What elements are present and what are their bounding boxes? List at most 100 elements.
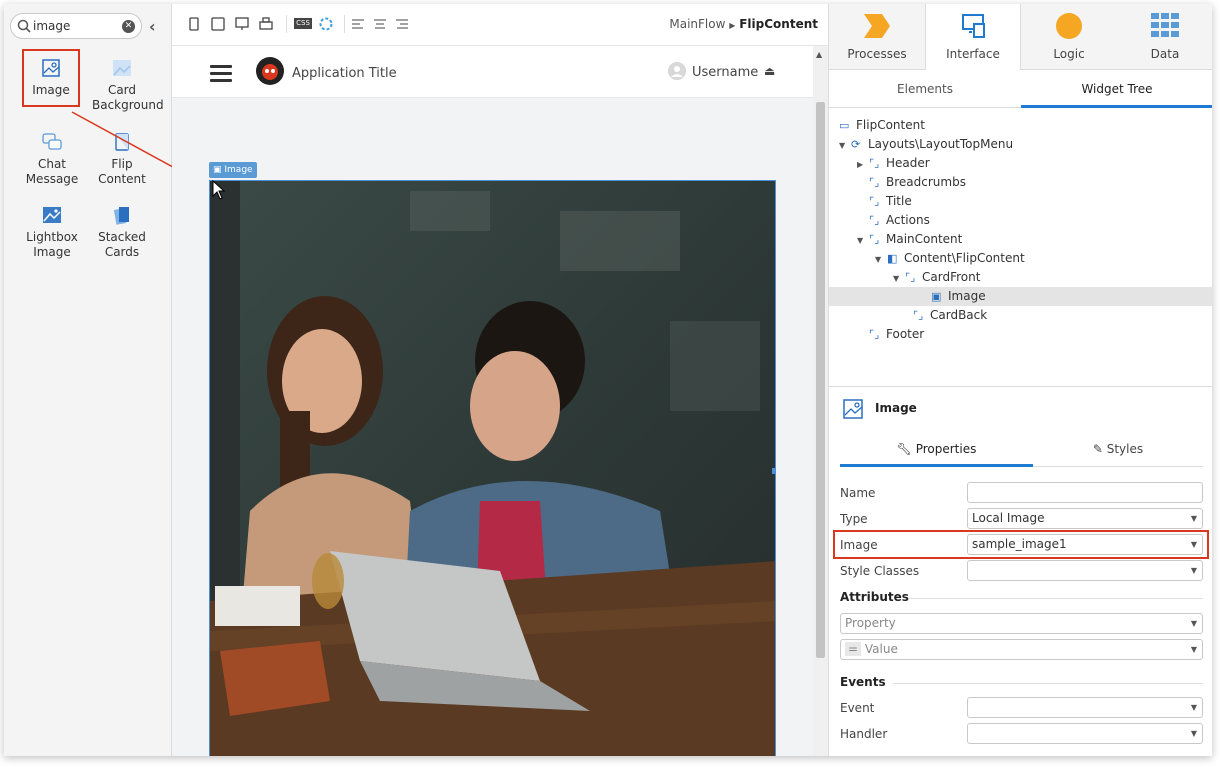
tree-node[interactable]: ▭ FlipContent xyxy=(829,116,1212,135)
handler-select[interactable]: ▼ xyxy=(967,723,1203,744)
caret-down-icon[interactable]: ▼ xyxy=(875,250,887,269)
type-select[interactable]: Local Image ▼ xyxy=(967,508,1203,529)
widget-toolbox: ✕ ‹ Image Card Background Chat Message F… xyxy=(4,4,210,756)
tree-node[interactable]: ▼ ◧ Content\FlipContent xyxy=(829,249,1212,268)
tab-properties[interactable]: 🔧︎ Properties xyxy=(840,431,1033,467)
resize-handle[interactable] xyxy=(772,468,775,474)
tab-widget-tree[interactable]: Widget Tree xyxy=(1021,70,1212,108)
caret-down-icon[interactable]: ▼ xyxy=(857,231,869,250)
photo-two-people-laptop xyxy=(210,181,775,756)
tree-node[interactable]: ⌜⌟ Actions xyxy=(829,211,1212,230)
placeholder-icon: ⌜⌟ xyxy=(869,233,880,246)
tab-processes[interactable]: Processes xyxy=(829,4,925,70)
search-input[interactable] xyxy=(33,17,113,35)
menu-icon[interactable] xyxy=(210,65,232,82)
event-select[interactable]: ▼ xyxy=(967,697,1203,718)
tree-node[interactable]: ⌜⌟ CardBack xyxy=(829,306,1212,325)
tree-node[interactable]: ⌜⌟ Footer xyxy=(829,325,1212,344)
block-icon: ⟳ xyxy=(851,138,861,151)
selected-widget-tag-label: Image xyxy=(224,165,253,175)
breadcrumb-flow[interactable]: MainFlow xyxy=(669,17,725,31)
tab-elements[interactable]: Elements xyxy=(829,70,1021,108)
widget-stacked-cards[interactable]: Stacked Cards xyxy=(92,204,152,260)
tree-node-label: Content\FlipContent xyxy=(904,251,1025,265)
placeholder-icon: ⌜⌟ xyxy=(869,195,880,208)
canvas-scrollbar[interactable]: ▲ xyxy=(813,46,828,756)
css-icon[interactable]: CSS xyxy=(294,18,312,29)
caret-down-icon[interactable]: ▼ xyxy=(839,136,851,155)
divider xyxy=(909,598,1203,599)
tree-node[interactable]: ⌜⌟ Title xyxy=(829,192,1212,211)
screen-icon: ▭ xyxy=(839,119,850,132)
scrollbar-thumb[interactable] xyxy=(816,102,825,658)
attribute-property-field[interactable]: Property ▼ xyxy=(840,613,1203,634)
avatar xyxy=(668,62,686,80)
collapse-toolbox-icon[interactable]: ‹ xyxy=(149,17,156,36)
caret-right-icon[interactable]: ▶ xyxy=(857,155,869,174)
toolbox-search[interactable]: ✕ xyxy=(10,13,142,39)
tab-label: Interface xyxy=(946,47,1000,61)
ide-window: ✕ ‹ Image Card Background Chat Message F… xyxy=(4,4,1212,756)
print-preview-icon[interactable] xyxy=(258,16,274,32)
toolbar-divider xyxy=(286,15,287,33)
screen-canvas[interactable]: Application Title Username ⏏ ▣ Image xyxy=(172,46,813,756)
tree-node[interactable]: ▼ ⟳ Layouts\LayoutTopMenu xyxy=(829,135,1212,154)
phone-preview-icon[interactable] xyxy=(186,16,202,32)
selection-highlight xyxy=(22,49,80,107)
tree-node[interactable]: ▼ ⌜⌟ MainContent xyxy=(829,230,1212,249)
tree-node-label: MainContent xyxy=(886,232,963,246)
tree-node[interactable]: ▶ ⌜⌟ Header xyxy=(829,154,1212,173)
chevron-down-icon: ▼ xyxy=(1190,514,1197,523)
tree-node-label: Header xyxy=(886,156,930,170)
theme-icon[interactable] xyxy=(318,16,334,32)
sub-tabs: Elements Widget Tree xyxy=(829,70,1212,108)
logic-icon xyxy=(1056,13,1082,39)
tree-node[interactable]: ⌜⌟ Breadcrumbs xyxy=(829,173,1212,192)
caret-down-icon[interactable]: ▼ xyxy=(893,269,905,288)
wrench-icon: 🔧︎ xyxy=(896,442,912,456)
tab-label: Logic xyxy=(1053,47,1085,61)
tab-logic[interactable]: Logic xyxy=(1021,4,1117,70)
widget-lightbox-image[interactable]: Lightbox Image xyxy=(22,204,82,260)
placeholder-icon: ⌜⌟ xyxy=(869,328,880,341)
align-right-icon[interactable] xyxy=(394,16,410,32)
image-icon: ▣ xyxy=(213,165,222,175)
tree-node-label: Breadcrumbs xyxy=(886,175,966,189)
chevron-down-icon: ▼ xyxy=(1190,566,1197,575)
tree-node[interactable]: ▼ ⌜⌟ CardFront xyxy=(829,268,1212,287)
interface-icon xyxy=(962,14,985,38)
selected-widget-tag: ▣ Image xyxy=(209,162,257,178)
tab-data[interactable]: Data xyxy=(1117,4,1212,70)
scroll-up-icon[interactable]: ▲ xyxy=(816,50,822,59)
card-background-icon xyxy=(113,60,131,76)
attribute-value-field[interactable]: = Value ▼ xyxy=(840,639,1203,660)
event-label: Event xyxy=(840,701,875,715)
tablet-preview-icon[interactable] xyxy=(210,16,226,32)
chevron-down-icon: ▼ xyxy=(1190,729,1197,738)
image-widget[interactable] xyxy=(209,180,776,756)
equals-icon: = xyxy=(845,642,862,656)
align-left-icon[interactable] xyxy=(350,16,366,32)
desktop-preview-icon[interactable] xyxy=(234,16,250,32)
name-label: Name xyxy=(840,486,876,500)
breadcrumb-screen[interactable]: FlipContent xyxy=(739,17,818,31)
logout-icon[interactable]: ⏏ xyxy=(764,64,775,78)
tab-interface[interactable]: Interface xyxy=(925,4,1021,70)
breadcrumb-separator-icon: ▶ xyxy=(729,21,736,30)
canvas-toolbar: CSS MainFlow ▶ FlipContent xyxy=(172,4,828,46)
app-logo-icon xyxy=(256,57,284,85)
image-icon xyxy=(843,399,863,419)
tab-label: Properties xyxy=(915,442,977,456)
events-header: Events xyxy=(840,675,886,689)
username: Username xyxy=(692,65,759,80)
name-field[interactable] xyxy=(967,482,1203,503)
search-icon xyxy=(17,19,31,33)
tree-node-label: Actions xyxy=(886,213,930,227)
style-classes-field[interactable]: ▼ xyxy=(967,560,1203,581)
align-center-icon[interactable] xyxy=(372,16,388,32)
tree-node-selected[interactable]: ▣ Image xyxy=(829,287,1212,306)
property-placeholder: Property xyxy=(845,616,896,630)
tab-styles[interactable]: ✎ Styles xyxy=(1033,431,1203,467)
tree-node-label: Title xyxy=(886,194,912,208)
clear-search-icon[interactable]: ✕ xyxy=(122,20,135,33)
